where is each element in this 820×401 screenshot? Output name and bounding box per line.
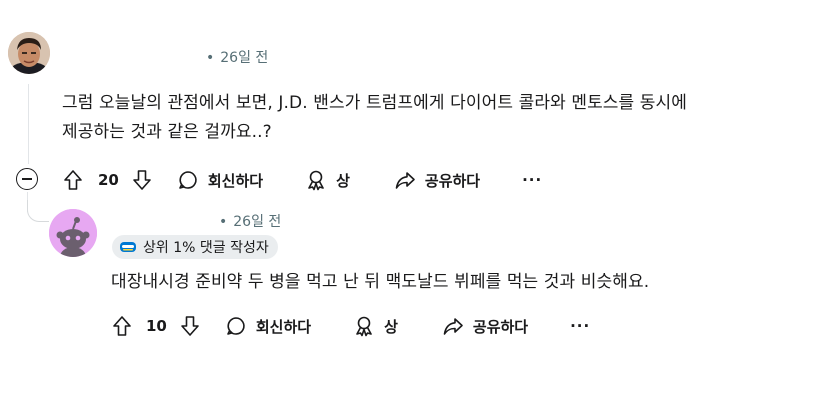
comment-meta: • 26일 전	[206, 47, 268, 67]
reply-button[interactable]: 회신하다	[177, 169, 263, 191]
downvote-icon	[133, 170, 151, 190]
reply-button[interactable]: 회신하다	[225, 315, 311, 337]
comment-icon	[179, 171, 197, 189]
upvote-button[interactable]	[111, 315, 133, 337]
award-icon	[356, 316, 372, 337]
comment-body: 그럼 오늘날의 관점에서 보면, J.D. 밴스가 트럼프에게 다이어트 콜라와…	[62, 89, 687, 147]
more-icon[interactable]: ...	[522, 167, 542, 185]
downvote-button[interactable]	[131, 169, 153, 191]
share-button[interactable]: 공유하다	[394, 169, 480, 191]
comment-timestamp: 26일 전	[233, 214, 282, 230]
top-commenter-icon	[119, 240, 137, 254]
comment-body-line: 제공하는 것과 같은 걸까요..?	[62, 122, 272, 142]
vote-count: 10	[146, 317, 167, 335]
comment-timestamp: 26일 전	[220, 50, 269, 66]
upvote-icon	[64, 170, 82, 190]
reply-label: 회신하다	[255, 317, 312, 336]
award-label: 상	[336, 171, 350, 190]
share-label: 공유하다	[472, 317, 529, 336]
comment-body-line: 대장내시경 준비약 두 병을 먹고 난 뒤 맥도날드 뷔페를 먹는 것과 비슷해…	[111, 272, 650, 292]
award-button[interactable]: 상	[353, 315, 398, 337]
upvote-button[interactable]	[62, 169, 84, 191]
award-icon	[308, 170, 324, 191]
avatar[interactable]	[49, 209, 97, 257]
upvote-icon	[113, 316, 131, 336]
flair-text: 상위 1% 댓글 작성자	[143, 240, 269, 256]
comment-meta: • 26일 전	[219, 211, 281, 231]
reply-label: 회신하다	[207, 171, 264, 190]
user-flair-badge: 상위 1% 댓글 작성자	[112, 235, 278, 259]
comment-icon	[227, 317, 245, 335]
more-label: ...	[570, 313, 591, 331]
thread-branch	[27, 200, 49, 222]
vote-count: 20	[98, 171, 119, 189]
downvote-icon	[181, 316, 199, 336]
avatar[interactable]	[8, 32, 50, 74]
separator-dot: •	[206, 50, 215, 66]
comment-actions: 10 회신하다 상 공유하다 ...	[111, 313, 590, 339]
share-icon	[443, 318, 463, 335]
share-icon	[395, 172, 415, 189]
award-button[interactable]: 상	[305, 169, 350, 191]
comment-body-line: 그럼 오늘날의 관점에서 보면, J.D. 밴스가 트럼프에게 다이어트 콜라와…	[62, 93, 688, 113]
award-label: 상	[384, 317, 398, 336]
user-avatar-photo	[8, 32, 50, 74]
comment-body: 대장내시경 준비약 두 병을 먹고 난 뒤 맥도날드 뷔페를 먹는 것과 비슷해…	[111, 268, 649, 297]
comment-actions: 20 회신하다 상 공유하다 ...	[62, 167, 542, 193]
more-label: ...	[522, 167, 543, 185]
downvote-button[interactable]	[179, 315, 201, 337]
share-label: 공유하다	[424, 171, 481, 190]
collapse-icon[interactable]	[16, 168, 38, 190]
separator-dot: •	[219, 214, 228, 230]
thread-line	[28, 84, 29, 164]
more-icon[interactable]: ...	[570, 313, 590, 331]
snoo-avatar	[49, 209, 97, 257]
share-button[interactable]: 공유하다	[442, 315, 528, 337]
